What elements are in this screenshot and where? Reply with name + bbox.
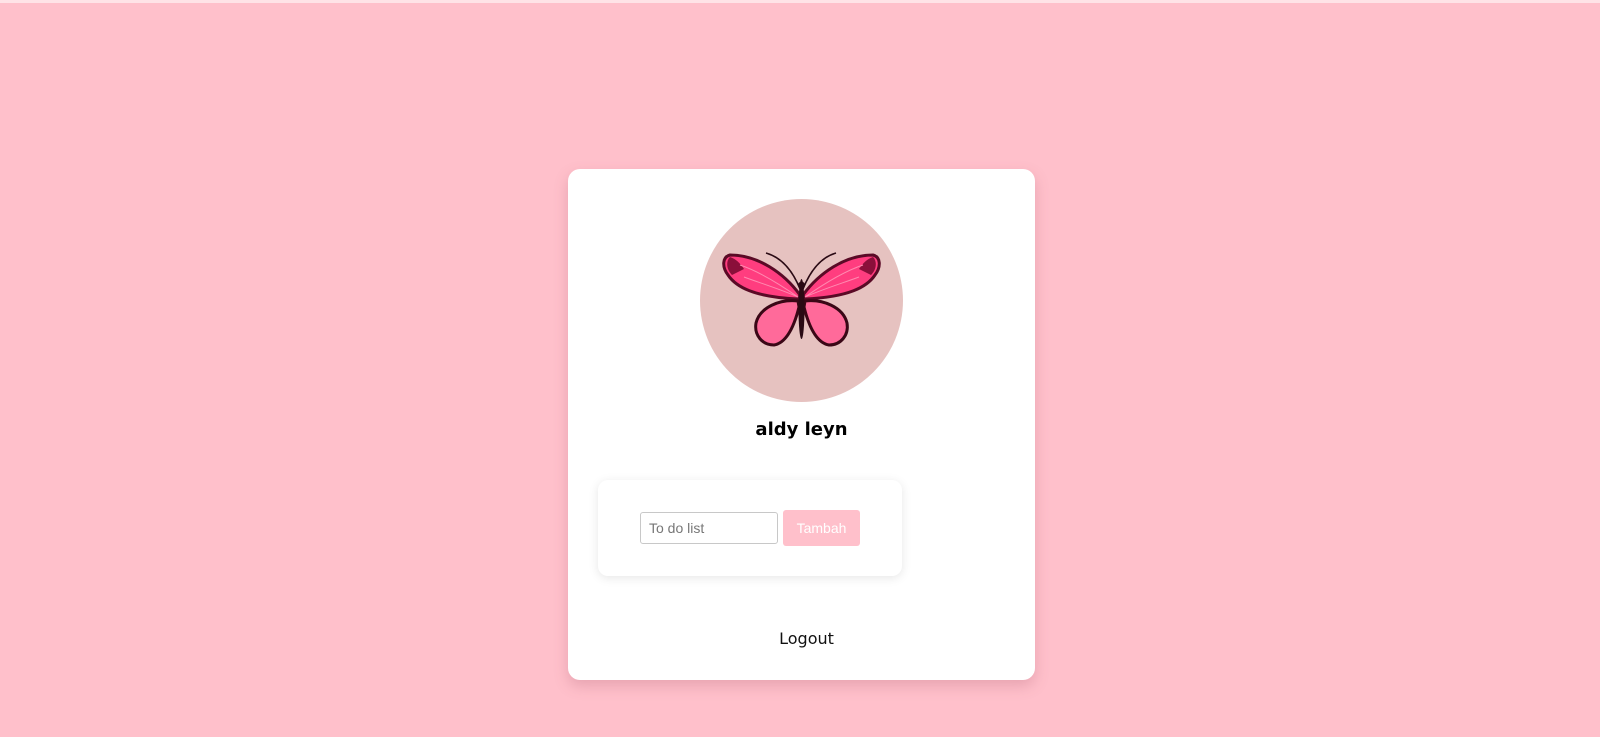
top-border-line	[0, 0, 1600, 3]
avatar	[700, 199, 903, 402]
butterfly-icon	[722, 252, 881, 347]
todo-form: Tambah	[598, 480, 902, 576]
username: aldy leyn	[755, 419, 848, 440]
profile-card: aldy leyn Tambah Logout	[568, 169, 1035, 680]
todo-input[interactable]	[640, 512, 778, 544]
add-button[interactable]: Tambah	[783, 510, 860, 546]
logout-link[interactable]: Logout	[568, 629, 1045, 648]
